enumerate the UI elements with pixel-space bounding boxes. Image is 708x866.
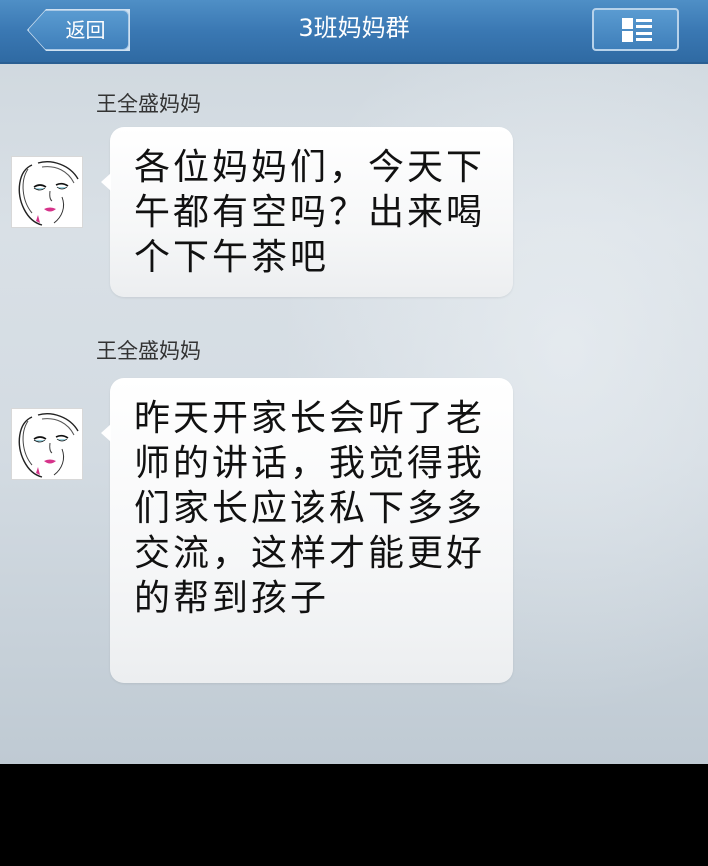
chat-screen: 返回 3班妈妈群 王全盛妈妈 各位妈妈们，今天下午都有空吗？出来喝个下午茶吧 王… (0, 0, 708, 764)
group-menu-button[interactable] (592, 8, 679, 51)
chat-bubble[interactable]: 各位妈妈们，今天下午都有空吗？出来喝个下午茶吧 (101, 127, 513, 297)
message-sender-name: 王全盛妈妈 (96, 339, 201, 363)
woman-face-avatar-icon (18, 161, 79, 226)
group-menu-icon (622, 18, 652, 42)
message-sender-name: 王全盛妈妈 (96, 92, 201, 116)
chat-bubble[interactable]: 昨天开家长会听了老师的讲话，我觉得我们家长应该私下多多交流，这样才能更好的帮到孩… (101, 378, 513, 683)
chat-title: 3班妈妈群 (298, 14, 410, 42)
sender-avatar[interactable] (11, 156, 83, 228)
bottom-black-area (0, 764, 708, 866)
top-navigation-bar: 返回 3班妈妈群 (0, 0, 708, 64)
sender-avatar[interactable] (11, 408, 83, 480)
back-button[interactable]: 返回 (28, 10, 129, 50)
woman-face-avatar-icon (18, 413, 79, 478)
